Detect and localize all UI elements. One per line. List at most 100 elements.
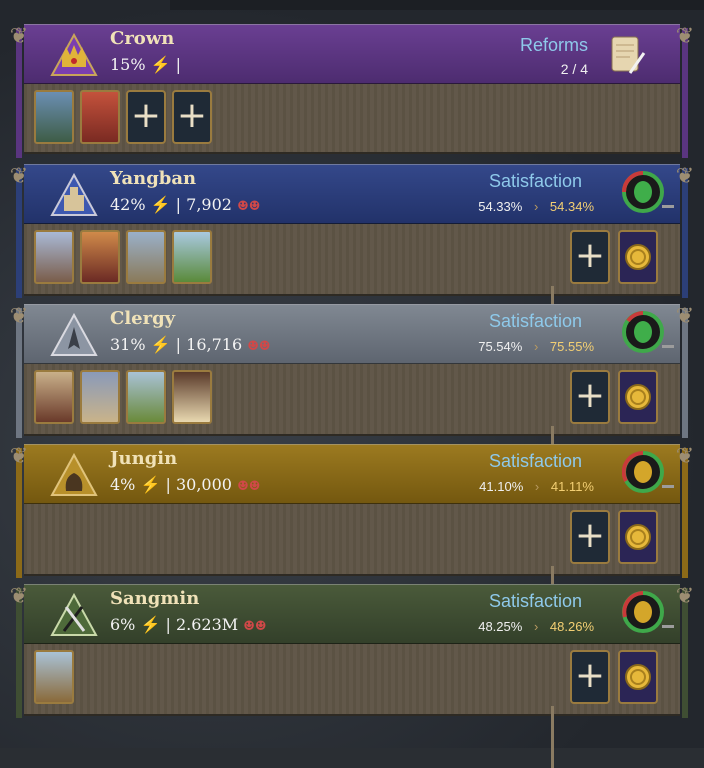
yangban-header: Yangban 42% ⚡ | 7,902 ☻☻ Satisfaction 54… — [24, 164, 680, 224]
population-icon: ☻☻ — [237, 199, 261, 214]
satisfaction-mask-icon[interactable] — [622, 591, 664, 633]
add-privilege-button[interactable]: + — [570, 370, 610, 424]
crown-privileges: + + — [34, 90, 212, 144]
add-privilege-button[interactable]: + — [570, 510, 610, 564]
divider — [551, 706, 554, 768]
ornament-icon: ❦ — [675, 444, 695, 469]
satisfaction-mask-icon[interactable] — [622, 311, 664, 353]
praying-hands-icon — [50, 313, 98, 356]
coins-button[interactable] — [618, 650, 658, 704]
arrow-icon: › — [533, 339, 539, 354]
satisfaction-values: 48.25% › 48.26% — [478, 619, 594, 634]
population-icon: ☻☻ — [237, 479, 261, 494]
power-bolt-icon: ⚡ — [140, 475, 161, 494]
satisfaction-mask-icon[interactable] — [622, 171, 664, 213]
jungin-body: + — [24, 504, 680, 628]
satisfaction-mask-icon[interactable] — [622, 451, 664, 493]
power-bolt-icon: ⚡ — [150, 335, 171, 354]
privilege-land-icon[interactable] — [172, 230, 212, 284]
separator: | — [175, 195, 182, 214]
yangban-body: + — [24, 224, 680, 348]
separator: | — [175, 335, 182, 354]
estate-name: Clergy — [110, 308, 176, 329]
estate-share: 31% — [110, 335, 146, 354]
add-privilege-button[interactable]: + — [570, 230, 610, 284]
satisfaction-current: 41.10% — [479, 479, 524, 494]
crown-stats: 15% ⚡ | — [110, 55, 181, 74]
power-bolt-icon: ⚡ — [150, 195, 171, 214]
privilege-flags-icon[interactable] — [34, 230, 74, 284]
sangmin-header: Sangmin 6% ⚡ | 2.623M ☻☻ Satisfaction 48… — [24, 584, 680, 644]
estate-population: 30,000 — [175, 475, 232, 494]
privilege-church-icon[interactable] — [126, 370, 166, 424]
estate-name: Sangmin — [110, 588, 200, 609]
privilege-officials-icon[interactable] — [80, 90, 120, 144]
privilege-farmer-icon[interactable] — [34, 650, 74, 704]
add-privilege-button[interactable]: + — [570, 650, 610, 704]
separator: | — [175, 55, 182, 74]
estate-panel-jungin: Jungin 4% ⚡ | 30,000 ☻☻ Satisfaction 41.… — [10, 444, 694, 628]
estate-actions: + — [570, 370, 658, 424]
estate-stats: 31% ⚡ | 16,716 ☻☻ — [110, 335, 271, 354]
add-privilege-button-2[interactable]: + — [172, 90, 212, 144]
privilege-tower-icon[interactable] — [126, 230, 166, 284]
satisfaction-label: Satisfaction — [488, 451, 582, 471]
power-bolt-icon: ⚡ — [140, 615, 161, 634]
estate-stats: 4% ⚡ | 30,000 ☻☻ — [110, 475, 260, 494]
crown-icon — [50, 33, 98, 76]
satisfaction-label: Satisfaction — [488, 171, 582, 191]
coins-button[interactable] — [618, 370, 658, 424]
separator: | — [165, 475, 171, 494]
privilege-scholar-icon[interactable] — [34, 370, 74, 424]
power-bolt-icon: ⚡ — [150, 55, 171, 74]
ornament-icon: ❦ — [675, 304, 695, 329]
sack-icon — [50, 453, 98, 496]
population-icon: ☻☻ — [247, 339, 271, 354]
satisfaction-values: 54.33% › 54.34% — [478, 199, 594, 214]
ornament-icon: ❦ — [675, 24, 695, 49]
coins-button[interactable] — [618, 510, 658, 564]
population-icon: ☻☻ — [243, 619, 267, 634]
privileges-list — [34, 230, 212, 284]
estate-share: 6% — [110, 615, 136, 634]
privileges-list — [34, 650, 74, 704]
privilege-council-icon[interactable] — [34, 90, 74, 144]
crown-panel: Crown 15% ⚡ | Reforms 2 / 4 + + ❦ ❦ — [10, 24, 694, 160]
privilege-statue-icon[interactable] — [80, 370, 120, 424]
dial-indicator — [662, 205, 674, 208]
satisfaction-values: 75.54% › 75.55% — [478, 339, 594, 354]
estate-share: 42% — [110, 195, 146, 214]
pitchfork-icon — [50, 593, 98, 636]
coins-button[interactable] — [618, 230, 658, 284]
estate-panel-clergy: Clergy 31% ⚡ | 16,716 ☻☻ Satisfaction 75… — [10, 304, 694, 488]
satisfaction-current: 48.25% — [478, 619, 523, 634]
reforms-scroll-icon[interactable] — [606, 33, 646, 77]
satisfaction-label: Satisfaction — [488, 311, 582, 331]
sangmin-body: + — [24, 644, 680, 768]
satisfaction-current: 54.33% — [478, 199, 523, 214]
clergy-header: Clergy 31% ⚡ | 16,716 ☻☻ Satisfaction 75… — [24, 304, 680, 364]
satisfaction-label: Satisfaction — [488, 591, 582, 611]
ornament-icon: ❦ — [9, 164, 29, 189]
crown-share: 15% — [110, 55, 146, 74]
dial-indicator — [662, 345, 674, 348]
crown-name: Crown — [110, 28, 175, 49]
arrow-icon: › — [533, 619, 539, 634]
top-bar — [170, 0, 704, 10]
estate-stats: 42% ⚡ | 7,902 ☻☻ — [110, 195, 260, 214]
ornament-icon: ❦ — [675, 584, 695, 609]
reforms-label[interactable]: Reforms — [520, 35, 588, 56]
ornament-icon: ❦ — [9, 584, 29, 609]
arrow-icon: › — [534, 479, 540, 494]
privilege-nobles-icon[interactable] — [80, 230, 120, 284]
ornament-icon: ❦ — [9, 304, 29, 329]
estate-name: Jungin — [110, 448, 178, 469]
jungin-header: Jungin 4% ⚡ | 30,000 ☻☻ Satisfaction 41.… — [24, 444, 680, 504]
satisfaction-new: 75.55% — [549, 339, 594, 354]
dial-indicator — [662, 625, 674, 628]
crown-body: + + — [24, 84, 680, 154]
estate-actions: + — [570, 650, 658, 704]
add-privilege-button[interactable]: + — [126, 90, 166, 144]
estate-name: Yangban — [110, 168, 197, 189]
privilege-book-icon[interactable] — [172, 370, 212, 424]
